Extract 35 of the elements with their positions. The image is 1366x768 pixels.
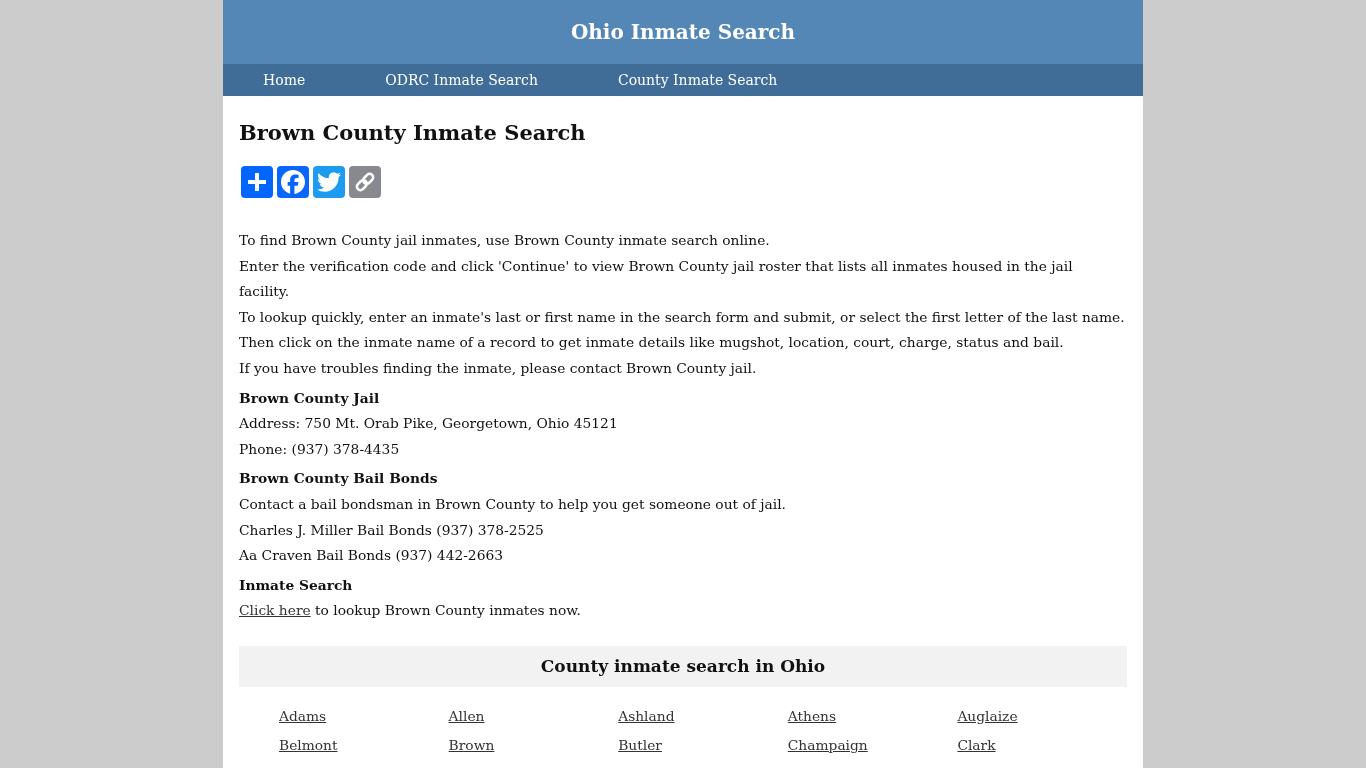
county-heading: County inmate search in Ohio: [540, 656, 826, 677]
page-title: Brown County Inmate Search: [239, 120, 587, 146]
body-text: Phone: (937) 378-4435: [239, 439, 401, 459]
county-link[interactable]: Ashland: [618, 704, 675, 728]
county-link[interactable]: Champaign: [787, 733, 868, 757]
bird-icon[interactable]: [313, 166, 345, 198]
body-text: Charles J. Miller Bail Bonds (937) 378-2525: [239, 520, 545, 540]
body-text: Address: 750 Mt. Orab Pike, Georgetown, Ohio 45121: [239, 414, 619, 434]
nav-link[interactable]: County Inmate Search: [577, 64, 818, 96]
link-icon[interactable]: [349, 166, 381, 198]
intro-text: Enter the verification code and click 'Continue' to view Brown County jail roster that lists all inmates housed in the jail facility.: [239, 256, 1074, 302]
text-link[interactable]: Click here: [239, 602, 311, 619]
county-link[interactable]: Adams: [279, 704, 327, 728]
body-text: Aa Craven Bail Bonds (937) 442-2663: [239, 546, 504, 566]
county-link[interactable]: Clark: [957, 733, 996, 757]
section-heading: Brown County Jail: [239, 388, 381, 408]
nav-link[interactable]: Home: [223, 64, 346, 96]
intro-text: If you have troubles finding the inmate, please contact Brown County jail.: [239, 358, 758, 378]
county-link[interactable]: Brown: [448, 733, 495, 757]
body-text: Click here to lookup Brown County inmates now.: [239, 601, 582, 621]
county-link[interactable]: Butler: [618, 733, 662, 757]
section-heading: Inmate Search: [239, 575, 354, 595]
site-title: Ohio Inmate Search: [570, 20, 796, 44]
facebook-icon[interactable]: [277, 166, 309, 198]
nav-link[interactable]: ODRC Inmate Search: [345, 64, 578, 96]
plus-icon[interactable]: [241, 166, 273, 198]
county-link[interactable]: Belmont: [279, 733, 338, 757]
county-link[interactable]: Athens: [787, 704, 837, 728]
county-link[interactable]: Auglaize: [957, 704, 1018, 728]
county-link[interactable]: Allen: [448, 704, 485, 728]
body-text: Contact a bail bondsman in Brown County to help you get someone out of jail.: [239, 494, 787, 514]
intro-text: Then click on the inmate name of a record to get inmate details like mugshot, location, court, charge, status and bail.: [239, 333, 1065, 353]
section-heading: Brown County Bail Bonds: [239, 469, 439, 489]
intro-text: To lookup quickly, enter an inmate's last or first name in the search form and submit, or select the first letter of the last name.: [239, 307, 1126, 327]
intro-text: To find Brown County jail inmates, use Brown County inmate search online.: [239, 231, 771, 250]
